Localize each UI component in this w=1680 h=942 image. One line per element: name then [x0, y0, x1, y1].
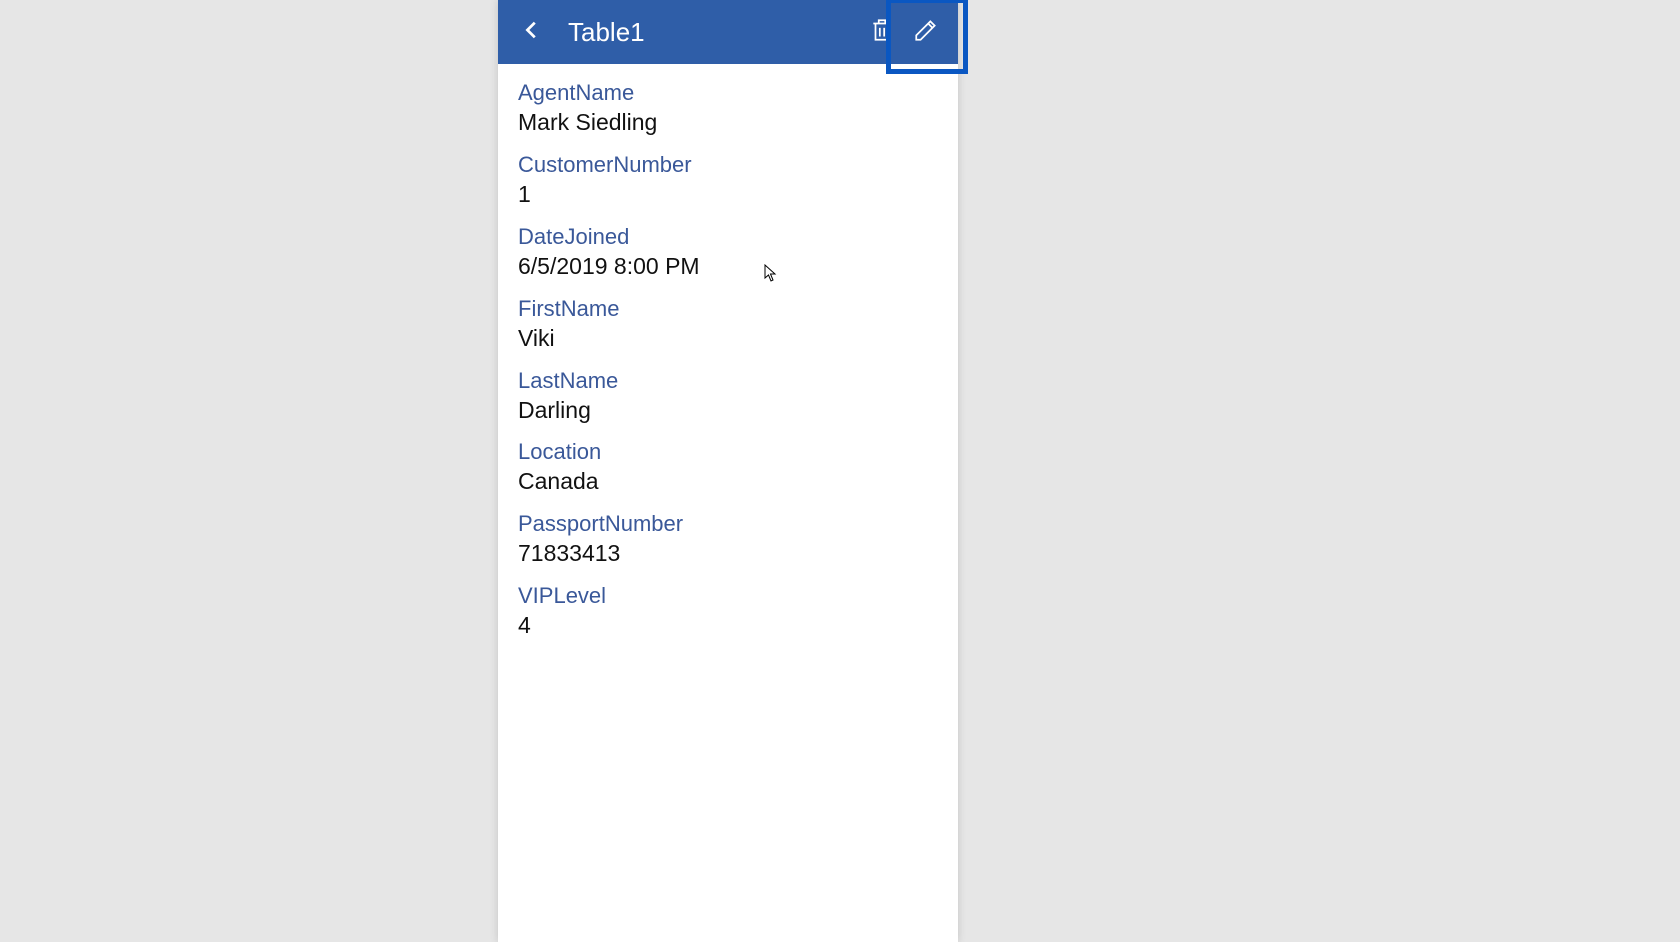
- field-label: FirstName: [518, 296, 958, 324]
- detail-content: AgentName Mark Siedling CustomerNumber 1…: [498, 64, 958, 649]
- trash-icon: [869, 17, 895, 48]
- field-location: Location Canada: [518, 433, 958, 505]
- field-label: LastName: [518, 368, 958, 396]
- edit-button[interactable]: [904, 10, 948, 54]
- field-label: Location: [518, 439, 958, 467]
- field-lastname: LastName Darling: [518, 362, 958, 434]
- field-passportnumber: PassportNumber 71833413: [518, 505, 958, 577]
- field-value: 1: [518, 180, 958, 210]
- pencil-icon: [913, 17, 939, 48]
- field-agentname: AgentName Mark Siedling: [518, 74, 958, 146]
- page-title: Table1: [568, 17, 860, 48]
- field-customernumber: CustomerNumber 1: [518, 146, 958, 218]
- field-label: AgentName: [518, 80, 958, 108]
- chevron-left-icon: [521, 19, 543, 46]
- field-label: PassportNumber: [518, 511, 958, 539]
- delete-button[interactable]: [860, 10, 904, 54]
- field-value: 71833413: [518, 539, 958, 569]
- field-value: Viki: [518, 324, 958, 354]
- field-datejoined: DateJoined 6/5/2019 8:00 PM: [518, 218, 958, 290]
- back-button[interactable]: [510, 10, 554, 54]
- field-label: DateJoined: [518, 224, 958, 252]
- detail-panel: Table1 AgentName: [498, 0, 958, 942]
- header-bar: Table1: [498, 0, 958, 64]
- field-value: 4: [518, 611, 958, 641]
- field-label: VIPLevel: [518, 583, 958, 611]
- field-value: Mark Siedling: [518, 108, 958, 138]
- field-value: 6/5/2019 8:00 PM: [518, 252, 958, 282]
- field-label: CustomerNumber: [518, 152, 958, 180]
- field-viplevel: VIPLevel 4: [518, 577, 958, 649]
- field-firstname: FirstName Viki: [518, 290, 958, 362]
- field-value: Darling: [518, 396, 958, 426]
- field-value: Canada: [518, 467, 958, 497]
